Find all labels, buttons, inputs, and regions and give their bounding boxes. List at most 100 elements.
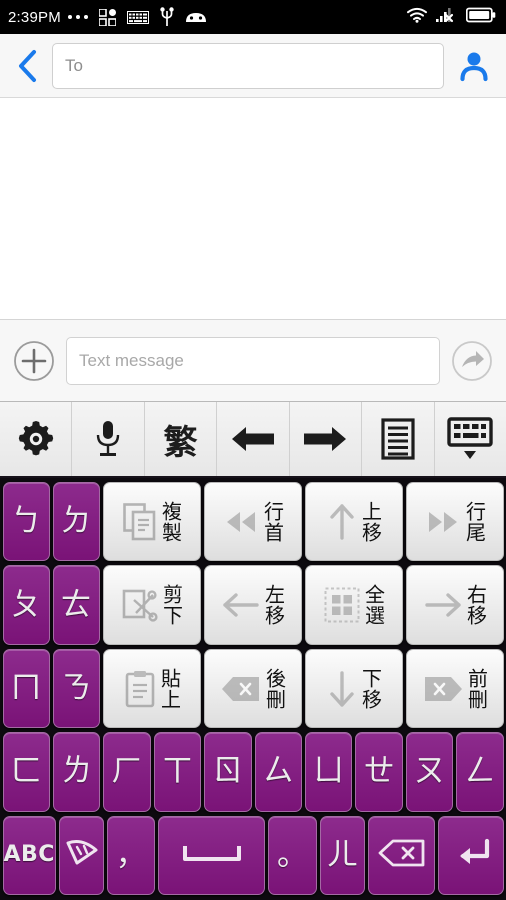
compose-bar: Text message (0, 320, 506, 402)
key-label: 下移 (358, 667, 383, 710)
list-document-icon (381, 418, 415, 460)
key-label: ㄌ (61, 753, 93, 790)
key-bopomofo-yu[interactable]: ㄩ (304, 732, 353, 812)
key-bopomofo-er[interactable]: ㄦ (319, 815, 365, 896)
key-paste[interactable]: 貼上 (102, 648, 201, 729)
arrow-left-icon (231, 427, 274, 451)
key-line-start[interactable]: 行首 (203, 482, 302, 562)
send-button[interactable] (450, 339, 494, 383)
key-label: 行首 (260, 500, 285, 543)
key-bopomofo-r[interactable]: ㄖ (204, 732, 252, 812)
arrow-up-icon (327, 503, 357, 541)
arrow-right-icon (304, 427, 347, 451)
ime-toolbar: 繁 (0, 402, 506, 478)
keyboard-upper-section: ㄅ ㄉ ㄆ ㄊ ㄇ ㄋ 複製 行首 上移 行尾 剪下 左移 全選 右移 貼上 後… (1, 480, 505, 730)
keyboard-row: 貼上 後刪 下移 前刪 (101, 647, 505, 730)
key-forward-delete[interactable]: 前刪 (405, 648, 504, 729)
settings-button[interactable] (0, 402, 73, 476)
key-label: ㄊ (60, 586, 92, 623)
key-label: 貼上 (157, 667, 182, 710)
key-bopomofo-x[interactable]: ㄒ (153, 732, 202, 812)
battery-icon (465, 7, 496, 28)
recipient-input[interactable]: To (52, 42, 444, 89)
conversation-area (0, 98, 506, 320)
key-bopomofo-b[interactable]: ㄅ (2, 482, 50, 562)
key-bopomofo-ou[interactable]: ㄡ (405, 732, 454, 812)
key-bopomofo-m[interactable]: ㄇ (2, 648, 50, 729)
key-line-end[interactable]: 行尾 (405, 482, 504, 562)
key-comma[interactable]: ， (107, 815, 156, 896)
key-cut[interactable]: 剪下 (102, 565, 201, 645)
hide-keyboard-button[interactable] (435, 402, 506, 476)
back-button[interactable] (12, 49, 42, 83)
keyboard-row: ㄆ ㄊ (1, 563, 101, 646)
key-move-down[interactable]: 下移 (304, 648, 403, 729)
key-bopomofo-s[interactable]: ㄙ (254, 732, 302, 812)
key-label: ㄖ (212, 753, 244, 790)
status-bar: 2:39PM (0, 0, 506, 34)
key-bopomofo-d[interactable]: ㄉ (52, 482, 100, 562)
voice-input-button[interactable] (72, 402, 145, 476)
key-abc-mode[interactable]: ABC (2, 815, 56, 896)
key-bopomofo-l[interactable]: ㄌ (52, 732, 101, 812)
key-move-up[interactable]: 上移 (304, 482, 403, 562)
cell-signal-no-service-icon (436, 7, 458, 28)
key-bopomofo-f[interactable]: ㄈ (2, 732, 50, 812)
keyboard-row: ㄅ ㄉ (1, 480, 101, 563)
key-label: ㄆ (10, 586, 42, 623)
key-enter[interactable] (438, 815, 504, 896)
key-bopomofo-e[interactable]: ㄝ (355, 732, 403, 812)
language-mode-button[interactable]: 繁 (145, 402, 218, 476)
message-input[interactable]: Text message (66, 336, 440, 385)
key-bopomofo-p[interactable]: ㄆ (2, 565, 50, 645)
key-label: ㄦ (326, 836, 358, 873)
recipient-bar: To (0, 34, 506, 98)
key-label: 後刪 (262, 667, 287, 710)
cut-icon (122, 586, 158, 624)
key-bopomofo-eng[interactable]: ㄥ (456, 732, 504, 812)
key-label: 上移 (358, 500, 383, 543)
apps-grid-icon (98, 8, 116, 26)
key-backspace[interactable] (367, 815, 436, 896)
rewind-icon (223, 509, 259, 535)
key-label: ㄉ (60, 503, 92, 540)
key-label: 全選 (361, 584, 386, 627)
key-move-right[interactable]: 右移 (405, 565, 504, 645)
gear-icon (18, 421, 53, 456)
add-attachment-button[interactable] (12, 339, 56, 383)
key-symbol-palette[interactable] (58, 815, 105, 896)
fan-symbol-icon (63, 837, 101, 874)
select-all-icon (324, 587, 360, 623)
key-label: ㄋ (60, 670, 92, 707)
key-label: ㄙ (262, 753, 294, 790)
forward-delete-icon (423, 676, 463, 702)
status-bar-right-icons (406, 7, 498, 28)
key-bopomofo-n[interactable]: ㄋ (52, 648, 100, 729)
key-move-left[interactable]: 左移 (203, 565, 302, 645)
cursor-left-button[interactable] (217, 402, 290, 476)
key-select-all[interactable]: 全選 (304, 565, 403, 645)
backspace-icon (221, 676, 261, 702)
key-backward-delete[interactable]: 後刪 (203, 648, 302, 729)
key-label: 。 (277, 836, 309, 873)
status-bar-clock: 2:39PM (8, 8, 61, 26)
key-label: 複製 (158, 500, 183, 543)
bopomofo-keyboard: ㄅ ㄉ ㄆ ㄊ ㄇ ㄋ 複製 行首 上移 行尾 剪下 左移 全選 右移 貼上 後… (0, 478, 506, 900)
contact-picker-button[interactable] (454, 49, 494, 83)
key-period[interactable]: 。 (268, 815, 317, 896)
cursor-right-button[interactable] (290, 402, 363, 476)
fast-forward-icon (425, 509, 461, 535)
copy-icon (122, 502, 157, 541)
more-dots-icon (67, 15, 88, 19)
key-bopomofo-h[interactable]: ㄏ (103, 732, 151, 812)
arrow-down-icon (327, 670, 357, 708)
key-bopomofo-t[interactable]: ㄊ (52, 565, 100, 645)
key-copy[interactable]: 複製 (102, 482, 201, 562)
paste-icon (124, 670, 156, 708)
candidate-list-button[interactable] (362, 402, 435, 476)
usb-icon (160, 7, 174, 27)
key-label: ㄇ (10, 670, 42, 707)
key-space[interactable] (158, 815, 266, 896)
key-label: ㄏ (111, 753, 143, 790)
key-label: 前刪 (464, 667, 489, 710)
